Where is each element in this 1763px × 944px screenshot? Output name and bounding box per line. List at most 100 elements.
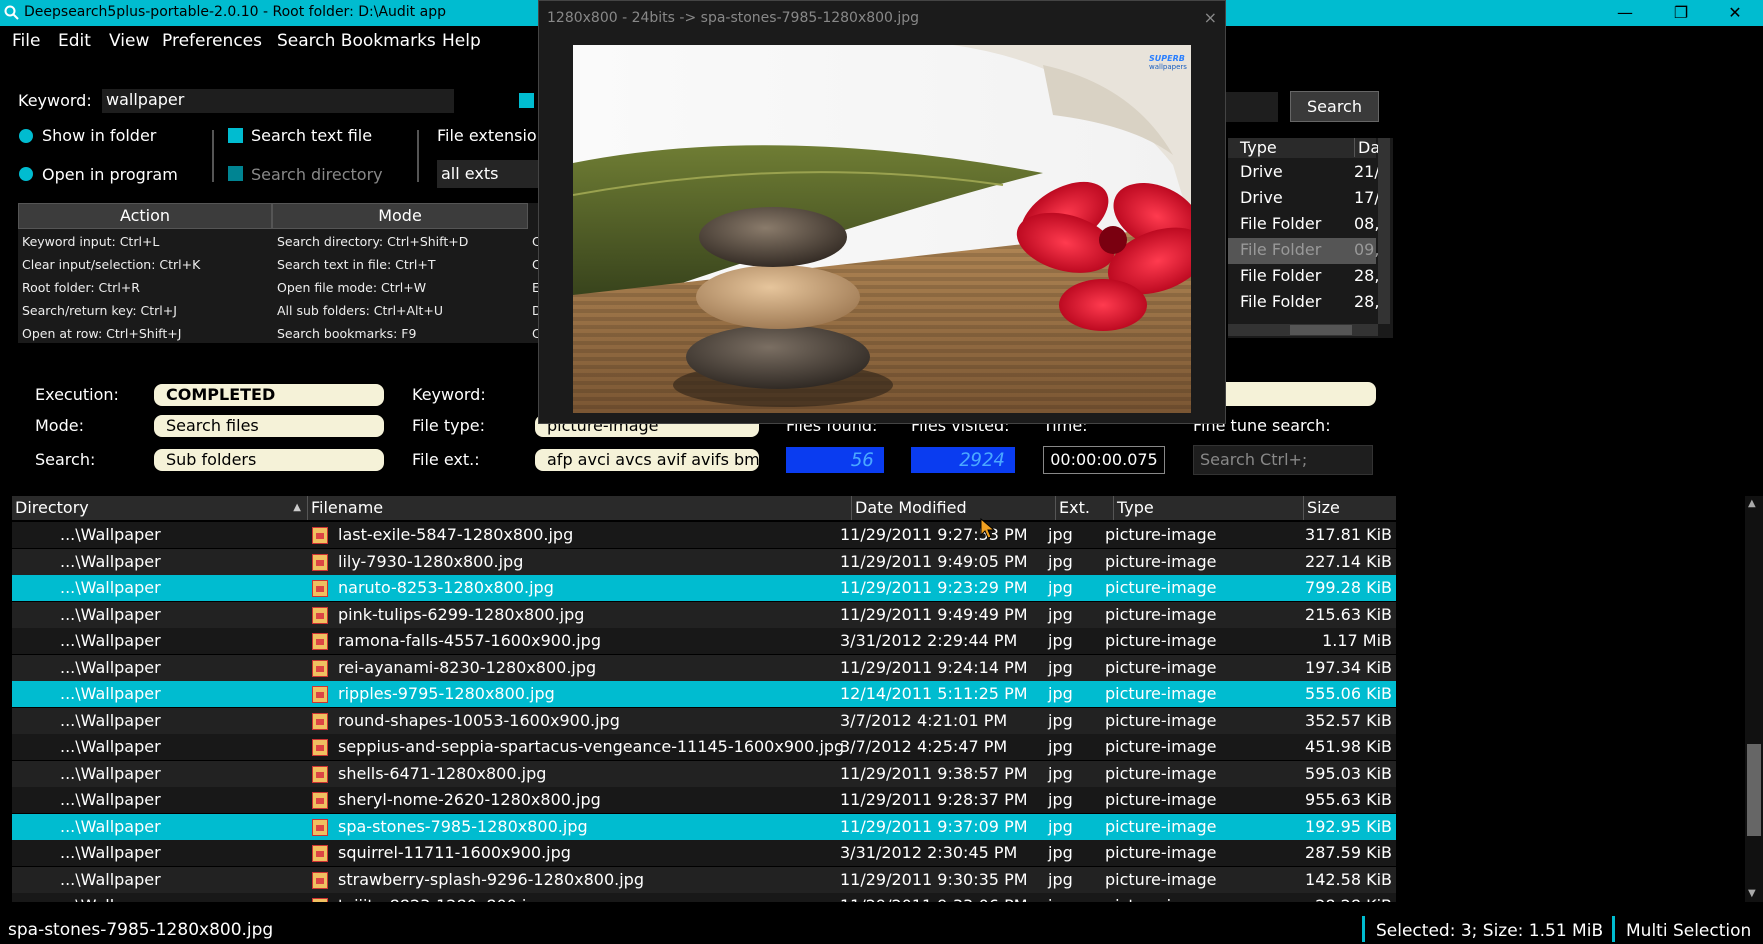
table-row[interactable]: ...\Wallpaper sheryl-nome-2620-1280x800.j…: [12, 787, 1396, 813]
finetune-search-input[interactable]: Search Ctrl+;: [1193, 445, 1373, 475]
menu-preferences[interactable]: Preferences: [162, 31, 262, 51]
shortcut-item: Clear input/selection: Ctrl+K: [22, 257, 201, 272]
image-file-icon: [312, 712, 328, 730]
menu-view[interactable]: View: [109, 31, 149, 51]
status-keyword-label: Keyword:: [412, 385, 486, 404]
menu-edit[interactable]: Edit: [58, 31, 91, 51]
col-header-type[interactable]: Type: [1114, 496, 1304, 520]
search-directory-checkbox[interactable]: [228, 166, 243, 181]
scroll-down-icon[interactable]: ▼: [1748, 888, 1756, 899]
image-file-icon: [312, 527, 328, 544]
status-divider: [1362, 916, 1365, 942]
status-current-file: spa-stones-7985-1280x800.jpg: [8, 920, 274, 940]
files-visited-counter: 2924: [911, 447, 1015, 473]
col-header-date[interactable]: Date Modified: [852, 496, 1056, 520]
cell-ext: jpg: [1048, 896, 1073, 902]
cell-filename: naruto-8253-1280x800.jpg: [338, 578, 554, 597]
open-in-program-label[interactable]: Open in program: [42, 165, 178, 184]
cell-ext: jpg: [1048, 657, 1073, 677]
minimize-button[interactable]: —: [1597, 0, 1653, 26]
root-row-date: 28,: [1354, 266, 1380, 285]
file-extension-select[interactable]: all exts: [437, 160, 538, 188]
root-table-row-selected[interactable]: File Folder 09,: [1228, 238, 1379, 264]
col-header-filename[interactable]: Filename: [308, 496, 852, 520]
show-in-folder-radio[interactable]: [19, 129, 33, 143]
shortcut-item: Search bookmarks: F9: [277, 326, 417, 341]
root-row-type: Drive: [1240, 188, 1283, 207]
search-text-file-checkbox[interactable]: [228, 128, 243, 143]
cell-filename: seppius-and-seppia-spartacus-vengeance-1…: [338, 737, 845, 756]
restore-button[interactable]: ❐: [1653, 0, 1709, 26]
root-row-date: 17/: [1354, 188, 1380, 207]
root-table-row[interactable]: File Folder 08,: [1228, 212, 1380, 238]
table-row[interactable]: ...\Wallpaper round-shapes-10053-1600x900…: [12, 707, 1396, 734]
shortcut-item: Keyword input: Ctrl+L: [22, 234, 160, 249]
execution-value: COMPLETED: [154, 384, 384, 406]
menu-file[interactable]: File: [12, 31, 40, 51]
table-row-selected[interactable]: ...\Wallpaper naruto-8253-1280x800.jpg 11/…: [12, 575, 1396, 601]
cell-date-modified: 11/29/2011 9:38:57 PM: [840, 763, 1028, 783]
keyword-option-checkbox[interactable]: [519, 93, 534, 108]
preview-close-icon[interactable]: ×: [1204, 8, 1217, 27]
cell-size: 215.63 KiB: [1305, 604, 1392, 624]
spa-stones-image: [573, 45, 1191, 413]
col-header-ext[interactable]: Ext.: [1056, 496, 1114, 520]
search-text-file-label[interactable]: Search text file: [251, 126, 372, 145]
search-button[interactable]: Search: [1290, 91, 1379, 122]
cell-size: 955.63 KiB: [1305, 790, 1392, 809]
table-row[interactable]: ...\Wallpaper last-exile-5847-1280x800.jp…: [12, 522, 1396, 548]
col-header-directory[interactable]: Directory ▲: [12, 496, 308, 520]
menu-search-bookmarks[interactable]: Search Bookmarks: [277, 31, 436, 51]
root-folders-table: Type Dat Drive 21/ Drive 17/ File Folder 08…: [1228, 138, 1393, 338]
root-table-vscrollbar[interactable]: [1378, 138, 1390, 324]
image-file-icon: [312, 871, 328, 889]
table-row[interactable]: ...\Wallpaper taijitu-8823-1280x800.jpg 11…: [12, 893, 1396, 902]
cell-type: picture-image: [1105, 896, 1217, 902]
divider: [417, 130, 419, 182]
col-header-size[interactable]: Size: [1304, 496, 1396, 520]
root-table-hscrollbar[interactable]: [1228, 324, 1378, 336]
fileext-value: afp avci avcs avif avifs bmp: [535, 449, 759, 471]
cell-date-modified: 11/29/2011 9:37:09 PM: [840, 816, 1028, 836]
cell-type: picture-image: [1105, 657, 1217, 677]
table-row[interactable]: ...\Wallpaper squirrel-11711-1600x900.jpg…: [12, 840, 1396, 866]
table-row[interactable]: ...\Wallpaper ramona-falls-4557-1600x900.…: [12, 628, 1396, 654]
root-table-row[interactable]: File Folder 28,: [1228, 264, 1380, 290]
root-folder-input[interactable]: [1226, 92, 1278, 122]
root-table-header-type[interactable]: Type: [1240, 138, 1277, 157]
root-table-row[interactable]: Drive 17/: [1228, 186, 1380, 212]
app-search-icon: [4, 5, 19, 20]
results-vscrollbar[interactable]: ▲ ▼: [1745, 496, 1763, 902]
root-table-row[interactable]: Drive 21/: [1228, 160, 1380, 186]
files-found-counter: 56: [786, 447, 884, 473]
root-table-row[interactable]: File Folder 28,: [1228, 290, 1379, 316]
cell-size: 227.14 KiB: [1305, 551, 1392, 571]
cell-date-modified: 11/29/2011 9:49:05 PM: [840, 551, 1028, 571]
root-row-date: 08,: [1354, 214, 1380, 233]
table-row-selected[interactable]: ...\Wallpaper ripples-9795-1280x800.jpg 12…: [12, 681, 1396, 707]
show-in-folder-label[interactable]: Show in folder: [42, 126, 156, 145]
open-in-program-radio[interactable]: [19, 167, 33, 181]
table-row[interactable]: ...\Wallpaper lily-7930-1280x800.jpg 11/29…: [12, 548, 1396, 575]
scroll-thumb[interactable]: [1747, 744, 1761, 836]
image-preview-window[interactable]: 1280x800 - 24bits -> spa-stones-7985-128…: [538, 0, 1226, 424]
sort-ascending-icon: ▲: [293, 502, 301, 513]
table-row[interactable]: ...\Wallpaper strawberry-splash-9296-1280…: [12, 866, 1396, 893]
status-selection-info: Selected: 3; Size: 1.51 MiB: [1376, 921, 1604, 941]
keyword-input[interactable]: wallpaper: [102, 89, 454, 113]
close-button[interactable]: ✕: [1707, 0, 1763, 26]
search-scope-label: Search:: [35, 450, 96, 469]
scroll-up-icon[interactable]: ▲: [1748, 498, 1756, 509]
hscroll-thumb[interactable]: [1290, 325, 1352, 335]
search-directory-label[interactable]: Search directory: [251, 165, 383, 184]
table-row[interactable]: ...\Wallpaper shells-6471-1280x800.jpg 11/…: [12, 760, 1396, 787]
table-row[interactable]: ...\Wallpaper pink-tulips-6299-1280x800.j…: [12, 601, 1396, 628]
root-table-header: Type Dat: [1228, 138, 1386, 158]
table-row[interactable]: ...\Wallpaper seppius-and-seppia-spartacu…: [12, 734, 1396, 760]
cell-size: 142.58 KiB: [1305, 869, 1392, 889]
menu-help[interactable]: Help: [442, 31, 481, 51]
table-row[interactable]: ...\Wallpaper rei-ayanami-8230-1280x800.j…: [12, 654, 1396, 681]
cell-date-modified: 11/29/2011 9:23:29 PM: [840, 578, 1028, 597]
root-row-type: Drive: [1240, 162, 1283, 181]
table-row-selected[interactable]: ...\Wallpaper spa-stones-7985-1280x800.jp…: [12, 813, 1396, 840]
